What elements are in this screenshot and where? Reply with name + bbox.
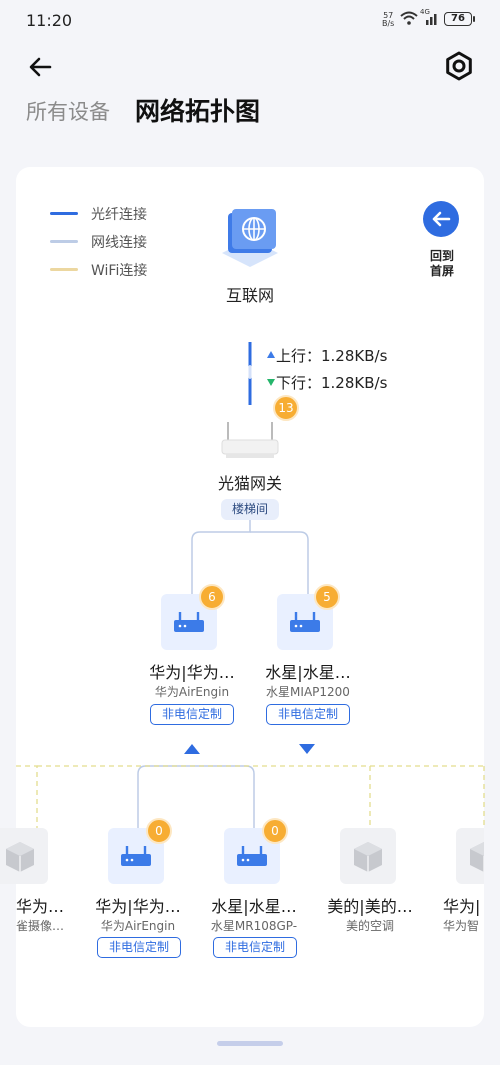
download-rate: 下行：1.28KB/s [266, 372, 387, 393]
download-triangle-icon [267, 379, 275, 386]
legend-wifi-swatch [50, 268, 78, 271]
router-mercury-model: 水星MIAP1200 [266, 685, 350, 699]
device-mercury-router-tag: 非电信定制 [213, 937, 297, 958]
device-huawei-ap-name: 华为|华为… [95, 897, 181, 916]
device-mercury-router-badge: 0 [262, 818, 288, 844]
horizontal-scroll-indicator [217, 1041, 283, 1046]
router-mercury-tag: 非电信定制 [266, 704, 350, 725]
device-huawei-smart-model: 华为智 [443, 919, 480, 933]
generic-device-icon [6, 842, 34, 872]
arrow-left-icon [432, 211, 451, 227]
upload-triangle-icon [267, 351, 275, 358]
device-midea-ac-name: 美的|美的… [327, 897, 413, 916]
legend-cable-swatch [50, 240, 78, 243]
generic-device-icon [470, 842, 484, 872]
gateway-room-tag: 楼梯间 [221, 499, 279, 520]
router-mercury-name: 水星|水星… [265, 663, 351, 682]
device-huawei-ap-model: 华为AirEngin [100, 919, 176, 933]
device-camera-icon-box[interactable] [0, 828, 48, 884]
device-mercury-router-name: 水星|水星… [211, 897, 297, 916]
router-mercury-badge: 5 [314, 584, 340, 610]
device-huawei-smart-name: 华为| [443, 897, 481, 916]
device-huawei-smart-icon-box[interactable] [456, 828, 484, 884]
back-to-home-label[interactable]: 回到 首屏 [420, 249, 464, 279]
internet-label: 互联网 [225, 286, 274, 305]
expanded-up-triangle-icon[interactable] [182, 742, 202, 756]
upload-rate: 上行：1.28KB/s [266, 345, 387, 366]
router-huawei-badge: 6 [199, 584, 225, 610]
back-to-home-button[interactable] [423, 201, 459, 237]
device-camera-name: 华为… [16, 897, 65, 916]
router-huawei-model: 华为AirEngin [154, 685, 230, 699]
device-huawei-ap-tag: 非电信定制 [97, 937, 181, 958]
router-huawei-name: 华为|华为… [149, 663, 235, 682]
device-midea-ac-icon-box[interactable] [340, 828, 396, 884]
collapsed-down-triangle-icon[interactable] [297, 742, 317, 756]
device-camera-model: 雀摄像… [16, 919, 65, 933]
device-huawei-ap-badge: 0 [146, 818, 172, 844]
device-mercury-router-model: 水星MR108GP- [210, 919, 298, 933]
device-midea-ac-model: 美的空调 [345, 919, 394, 933]
gateway-label: 光猫网关 [217, 474, 282, 493]
gateway-modem-icon[interactable] [218, 418, 282, 462]
legend-fiber-swatch [50, 212, 78, 215]
generic-device-icon [354, 842, 382, 872]
internet-globe-icon [222, 209, 278, 267]
legend: 光纤连接 网线连接 WiFi连接 [50, 204, 190, 284]
router-huawei-tag: 非电信定制 [150, 704, 234, 725]
